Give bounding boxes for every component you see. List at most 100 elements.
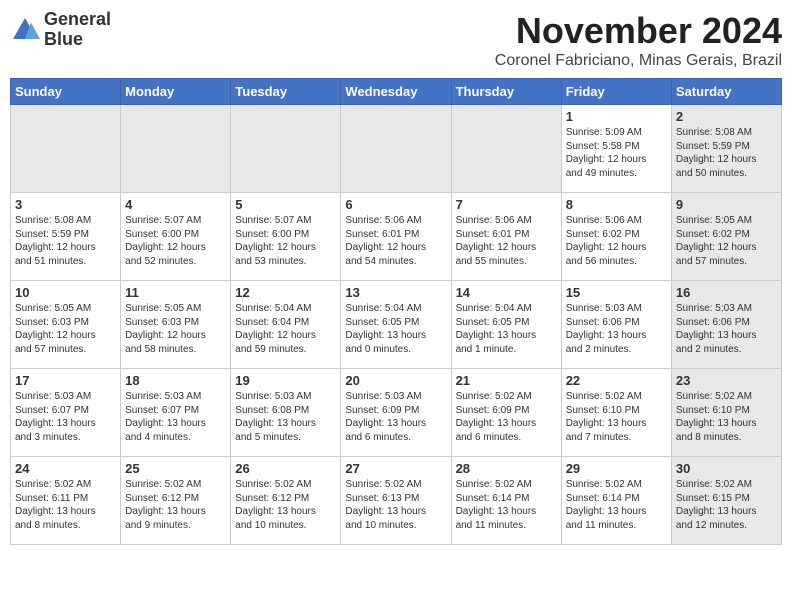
cal-cell bbox=[451, 105, 561, 193]
day-number: 26 bbox=[235, 461, 336, 476]
logo-icon bbox=[10, 15, 40, 45]
day-header-sunday: Sunday bbox=[11, 79, 121, 105]
day-number: 2 bbox=[676, 109, 777, 124]
days-header-row: SundayMondayTuesdayWednesdayThursdayFrid… bbox=[11, 79, 782, 105]
day-number: 23 bbox=[676, 373, 777, 388]
logo-text: General Blue bbox=[44, 10, 111, 50]
cal-cell: 22 Sunrise: 5:02 AM Sunset: 6:10 PM Dayli… bbox=[561, 369, 671, 457]
cell-info: Sunrise: 5:05 AM Sunset: 6:03 PM Dayligh… bbox=[15, 302, 116, 356]
day-header-friday: Friday bbox=[561, 79, 671, 105]
day-number: 15 bbox=[566, 285, 667, 300]
cal-cell: 13Sunrise: 5:04 AM Sunset: 6:05 PM Dayli… bbox=[341, 281, 451, 369]
cell-info: Sunrise: 5:02 AM Sunset: 6:13 PM Dayligh… bbox=[345, 478, 446, 532]
cal-cell: 2 Sunrise: 5:08 AM Sunset: 5:59 PM Daylig… bbox=[671, 105, 781, 193]
cal-cell: 30 Sunrise: 5:02 AM Sunset: 6:15 PM Dayli… bbox=[671, 457, 781, 545]
day-number: 16 bbox=[676, 285, 777, 300]
cell-info: Sunrise: 5:03 AM Sunset: 6:06 PM Dayligh… bbox=[676, 302, 777, 356]
day-number: 17 bbox=[15, 373, 116, 388]
day-number: 3 bbox=[15, 197, 116, 212]
cal-cell bbox=[341, 105, 451, 193]
day-number: 10 bbox=[15, 285, 116, 300]
cal-cell: 14 Sunrise: 5:04 AM Sunset: 6:05 PM Dayli… bbox=[451, 281, 561, 369]
cell-info: Sunrise: 5:03 AM Sunset: 6:06 PM Dayligh… bbox=[566, 302, 667, 356]
cell-info: Sunrise: 5:06 AM Sunset: 6:01 PM Dayligh… bbox=[456, 214, 557, 268]
day-header-wednesday: Wednesday bbox=[341, 79, 451, 105]
day-header-thursday: Thursday bbox=[451, 79, 561, 105]
day-header-saturday: Saturday bbox=[671, 79, 781, 105]
day-header-monday: Monday bbox=[121, 79, 231, 105]
week-row-4: 24Sunrise: 5:02 AM Sunset: 6:11 PM Dayli… bbox=[11, 457, 782, 545]
cal-cell: 9 Sunrise: 5:05 AM Sunset: 6:02 PM Daylig… bbox=[671, 193, 781, 281]
day-number: 9 bbox=[676, 197, 777, 212]
day-number: 30 bbox=[676, 461, 777, 476]
cal-cell: 5 Sunrise: 5:07 AM Sunset: 6:00 PM Daylig… bbox=[231, 193, 341, 281]
logo: General Blue bbox=[10, 10, 111, 50]
cell-info: Sunrise: 5:04 AM Sunset: 6:05 PM Dayligh… bbox=[456, 302, 557, 356]
week-row-2: 10 Sunrise: 5:05 AM Sunset: 6:03 PM Dayli… bbox=[11, 281, 782, 369]
cell-info: Sunrise: 5:08 AM Sunset: 5:59 PM Dayligh… bbox=[15, 214, 116, 268]
cell-info: Sunrise: 5:03 AM Sunset: 6:07 PM Dayligh… bbox=[125, 390, 226, 444]
cal-cell: 24Sunrise: 5:02 AM Sunset: 6:11 PM Dayli… bbox=[11, 457, 121, 545]
week-row-3: 17 Sunrise: 5:03 AM Sunset: 6:07 PM Dayli… bbox=[11, 369, 782, 457]
cal-cell: 20Sunrise: 5:03 AM Sunset: 6:09 PM Dayli… bbox=[341, 369, 451, 457]
day-number: 24 bbox=[15, 461, 116, 476]
cell-info: Sunrise: 5:03 AM Sunset: 6:07 PM Dayligh… bbox=[15, 390, 116, 444]
cal-cell: 7 Sunrise: 5:06 AM Sunset: 6:01 PM Daylig… bbox=[451, 193, 561, 281]
cell-info: Sunrise: 5:02 AM Sunset: 6:15 PM Dayligh… bbox=[676, 478, 777, 532]
page-header: General Blue November 2024 Coronel Fabri… bbox=[10, 10, 782, 70]
cell-info: Sunrise: 5:07 AM Sunset: 6:00 PM Dayligh… bbox=[235, 214, 336, 268]
day-number: 25 bbox=[125, 461, 226, 476]
cal-cell: 11 Sunrise: 5:05 AM Sunset: 6:03 PM Dayli… bbox=[121, 281, 231, 369]
cal-cell: 3 Sunrise: 5:08 AM Sunset: 5:59 PM Daylig… bbox=[11, 193, 121, 281]
day-number: 28 bbox=[456, 461, 557, 476]
cal-cell: 10 Sunrise: 5:05 AM Sunset: 6:03 PM Dayli… bbox=[11, 281, 121, 369]
day-number: 5 bbox=[235, 197, 336, 212]
day-header-tuesday: Tuesday bbox=[231, 79, 341, 105]
cal-cell: 18 Sunrise: 5:03 AM Sunset: 6:07 PM Dayli… bbox=[121, 369, 231, 457]
month-title: November 2024 bbox=[495, 10, 782, 52]
day-number: 20 bbox=[345, 373, 446, 388]
cal-cell: 12Sunrise: 5:04 AM Sunset: 6:04 PM Dayli… bbox=[231, 281, 341, 369]
cal-cell: 8 Sunrise: 5:06 AM Sunset: 6:02 PM Daylig… bbox=[561, 193, 671, 281]
day-number: 1 bbox=[566, 109, 667, 124]
cal-cell: 1Sunrise: 5:09 AM Sunset: 5:58 PM Daylig… bbox=[561, 105, 671, 193]
cal-cell: 19 Sunrise: 5:03 AM Sunset: 6:08 PM Dayli… bbox=[231, 369, 341, 457]
cal-cell: 27 Sunrise: 5:02 AM Sunset: 6:13 PM Dayli… bbox=[341, 457, 451, 545]
cell-info: Sunrise: 5:04 AM Sunset: 6:05 PM Dayligh… bbox=[345, 302, 446, 356]
cell-info: Sunrise: 5:06 AM Sunset: 6:02 PM Dayligh… bbox=[566, 214, 667, 268]
cell-info: Sunrise: 5:02 AM Sunset: 6:09 PM Dayligh… bbox=[456, 390, 557, 444]
cell-info: Sunrise: 5:05 AM Sunset: 6:03 PM Dayligh… bbox=[125, 302, 226, 356]
cell-info: Sunrise: 5:07 AM Sunset: 6:00 PM Dayligh… bbox=[125, 214, 226, 268]
cal-cell: 28Sunrise: 5:02 AM Sunset: 6:14 PM Dayli… bbox=[451, 457, 561, 545]
cal-cell: 4Sunrise: 5:07 AM Sunset: 6:00 PM Daylig… bbox=[121, 193, 231, 281]
cell-info: Sunrise: 5:08 AM Sunset: 5:59 PM Dayligh… bbox=[676, 126, 777, 180]
cal-cell bbox=[231, 105, 341, 193]
day-number: 8 bbox=[566, 197, 667, 212]
cal-cell: 29Sunrise: 5:02 AM Sunset: 6:14 PM Dayli… bbox=[561, 457, 671, 545]
week-row-0: 1Sunrise: 5:09 AM Sunset: 5:58 PM Daylig… bbox=[11, 105, 782, 193]
cell-info: Sunrise: 5:05 AM Sunset: 6:02 PM Dayligh… bbox=[676, 214, 777, 268]
cal-cell: 25 Sunrise: 5:02 AM Sunset: 6:12 PM Dayli… bbox=[121, 457, 231, 545]
day-number: 21 bbox=[456, 373, 557, 388]
cal-cell: 26 Sunrise: 5:02 AM Sunset: 6:12 PM Dayli… bbox=[231, 457, 341, 545]
cell-info: Sunrise: 5:02 AM Sunset: 6:12 PM Dayligh… bbox=[235, 478, 336, 532]
day-number: 18 bbox=[125, 373, 226, 388]
location-title: Coronel Fabriciano, Minas Gerais, Brazil bbox=[495, 52, 782, 70]
day-number: 27 bbox=[345, 461, 446, 476]
day-number: 19 bbox=[235, 373, 336, 388]
day-number: 7 bbox=[456, 197, 557, 212]
day-number: 11 bbox=[125, 285, 226, 300]
calendar-table: SundayMondayTuesdayWednesdayThursdayFrid… bbox=[10, 78, 782, 545]
cell-info: Sunrise: 5:02 AM Sunset: 6:10 PM Dayligh… bbox=[676, 390, 777, 444]
cal-cell bbox=[11, 105, 121, 193]
cell-info: Sunrise: 5:03 AM Sunset: 6:08 PM Dayligh… bbox=[235, 390, 336, 444]
cell-info: Sunrise: 5:02 AM Sunset: 6:10 PM Dayligh… bbox=[566, 390, 667, 444]
cal-cell: 23 Sunrise: 5:02 AM Sunset: 6:10 PM Dayli… bbox=[671, 369, 781, 457]
cal-cell: 6Sunrise: 5:06 AM Sunset: 6:01 PM Daylig… bbox=[341, 193, 451, 281]
cell-info: Sunrise: 5:02 AM Sunset: 6:12 PM Dayligh… bbox=[125, 478, 226, 532]
day-number: 14 bbox=[456, 285, 557, 300]
cell-info: Sunrise: 5:06 AM Sunset: 6:01 PM Dayligh… bbox=[345, 214, 446, 268]
cal-cell bbox=[121, 105, 231, 193]
day-number: 12 bbox=[235, 285, 336, 300]
day-number: 22 bbox=[566, 373, 667, 388]
